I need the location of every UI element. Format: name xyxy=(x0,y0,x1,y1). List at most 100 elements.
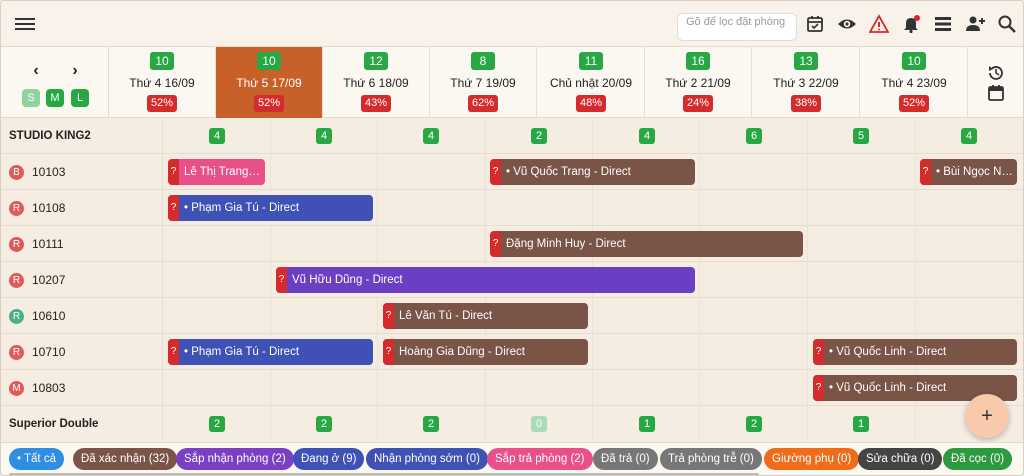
notification-bell-icon[interactable] xyxy=(901,14,921,34)
room-group-name: Superior Double xyxy=(1,406,163,442)
available-count: 0 xyxy=(531,416,547,432)
booking-bar[interactable]: ? Hoàng Gia Dũng - Direct xyxy=(383,339,588,365)
day-booking-count: 10 xyxy=(257,52,281,70)
day-booking-count: 13 xyxy=(794,52,818,70)
booking-guest: Hoàng Gia Dũng - Direct xyxy=(399,346,525,358)
room-label[interactable]: R 10610 xyxy=(1,298,163,334)
booking-bar[interactable]: ? Vũ Hữu Dũng - Direct xyxy=(276,267,695,293)
day-column[interactable]: 8 Thứ 7 19/09 62% xyxy=(430,47,537,118)
unpaid-marker: ? xyxy=(813,375,824,401)
search-input[interactable]: Gõ để lọc đặt phòng xyxy=(677,13,797,41)
booking-bar[interactable]: ? • Vũ Quốc Trang - Direct xyxy=(490,159,695,185)
room-label[interactable]: R 10111 xyxy=(1,226,163,262)
booking-guest: Vũ Hữu Dũng - Direct xyxy=(292,274,403,286)
room-group-header: STUDIO KING2 4 4 4 2 4 6 5 4 xyxy=(1,118,1023,154)
day-label: Thứ 2 21/09 xyxy=(665,76,731,90)
room-label[interactable]: B 10103 xyxy=(1,154,163,190)
search-icon[interactable] xyxy=(997,14,1017,34)
room-number: 10610 xyxy=(32,309,66,323)
room-number: 10710 xyxy=(32,345,66,359)
day-booking-count: 10 xyxy=(150,52,174,70)
history-icon[interactable] xyxy=(986,63,1006,83)
filter-late-checkout[interactable]: Trả phòng trễ (0) xyxy=(660,448,762,470)
room-status-badge: R xyxy=(9,236,24,252)
date-navigation: ‹ › S M L xyxy=(1,47,109,118)
day-column[interactable]: 10 Thứ 4 16/09 52% xyxy=(109,47,216,118)
filter-arriving[interactable]: Sắp nhận phòng (2) xyxy=(176,448,294,470)
room-label[interactable]: R 10108 xyxy=(1,190,163,226)
day-label: Thứ 3 22/09 xyxy=(773,76,839,90)
booking-bar[interactable]: ? Đặng Minh Huy - Direct xyxy=(490,231,803,257)
room-label[interactable]: R 10207 xyxy=(1,262,163,298)
day-column[interactable]: 13 Thứ 3 22/09 38% xyxy=(753,47,860,118)
booking-bar[interactable]: ? • Phạm Gia Tú - Direct xyxy=(168,339,373,365)
day-column[interactable]: 10 Thứ 4 23/09 52% xyxy=(861,47,968,118)
calendar-icon[interactable] xyxy=(986,83,1006,103)
filter-confirmed[interactable]: Đã xác nhận (32) xyxy=(73,448,178,470)
day-column[interactable]: 16 Thứ 2 21/09 24% xyxy=(645,47,752,118)
calendar-check-icon[interactable] xyxy=(805,14,825,34)
add-booking-button[interactable]: + xyxy=(965,394,1009,438)
booking-bar[interactable]: ? • Phạm Gia Tú - Direct xyxy=(168,195,373,221)
booking-bar[interactable]: ? Lê Văn Tú - Direct xyxy=(383,303,588,329)
warning-icon[interactable] xyxy=(869,14,889,34)
booking-guest: Đặng Minh Huy - Direct xyxy=(506,238,626,250)
filter-departing[interactable]: Sắp trả phòng (2) xyxy=(487,448,593,470)
size-large-button[interactable]: L xyxy=(71,89,89,107)
day-booking-count: 10 xyxy=(902,52,926,70)
day-booking-count: 16 xyxy=(686,52,710,70)
day-column-selected[interactable]: 10 Thứ 5 17/09 52% xyxy=(216,47,323,118)
available-count: 2 xyxy=(531,128,547,144)
unpaid-marker: ? xyxy=(168,159,179,185)
add-user-icon[interactable] xyxy=(965,14,985,34)
room-row: B 10103 ? Lê Thị Trang - ... ? • Vũ Quốc Tr… xyxy=(1,154,1023,190)
room-label[interactable]: R 10710 xyxy=(1,334,163,370)
filter-early-checkin[interactable]: Nhận phòng sớm (0) xyxy=(366,448,488,470)
size-medium-button[interactable]: M xyxy=(46,89,64,107)
top-bar: Gõ để lọc đặt phòng xyxy=(1,1,1023,47)
booking-bar[interactable]: ? Lê Thị Trang - ... xyxy=(168,159,265,185)
size-small-button[interactable]: S xyxy=(22,89,40,107)
day-column[interactable]: 11 Chủ nhật 20/09 48% xyxy=(538,47,645,118)
menu-icon[interactable] xyxy=(15,15,35,33)
list-icon[interactable] xyxy=(933,14,953,34)
room-label[interactable]: M 10803 xyxy=(1,370,163,406)
room-number: 10111 xyxy=(32,237,64,251)
room-number: 10803 xyxy=(32,381,66,395)
room-row: R 10108 ? • Phạm Gia Tú - Direct xyxy=(1,190,1023,226)
filter-checked-out[interactable]: Đã trả (0) xyxy=(593,448,658,470)
room-number: 10103 xyxy=(32,165,66,179)
next-week-button[interactable]: › xyxy=(67,63,83,79)
filter-in-house[interactable]: Đang ở (9) xyxy=(293,448,365,470)
day-occupancy: 48% xyxy=(575,95,607,112)
day-label: Thứ 6 18/09 xyxy=(343,76,409,90)
available-count: 2 xyxy=(316,416,332,432)
available-count: 4 xyxy=(639,128,655,144)
available-count: 5 xyxy=(853,128,869,144)
eye-icon[interactable] xyxy=(837,14,857,34)
booking-guest: • Vũ Quốc Trang - Direct xyxy=(506,166,631,178)
filter-deposit[interactable]: Đã cọc (0) xyxy=(943,448,1013,470)
filter-extra-bed[interactable]: Giường phụ (0) xyxy=(764,448,860,470)
room-row: R 10111 ? Đặng Minh Huy - Direct xyxy=(1,226,1023,262)
room-row: R 10610 ? Lê Văn Tú - Direct xyxy=(1,298,1023,334)
day-column[interactable]: 12 Thứ 6 18/09 43% xyxy=(323,47,430,118)
prev-week-button[interactable]: ‹ xyxy=(28,63,44,79)
room-row: R 10207 ? Vũ Hữu Dũng - Direct xyxy=(1,262,1023,298)
unpaid-marker: ? xyxy=(813,339,824,365)
room-status-badge: R xyxy=(9,200,24,216)
filter-all[interactable]: • Tất cả xyxy=(9,448,64,470)
booking-guest: Lê Thị Trang - ... xyxy=(184,166,261,178)
unpaid-marker: ? xyxy=(490,159,501,185)
day-booking-count: 12 xyxy=(364,52,388,70)
room-status-badge: R xyxy=(9,272,24,288)
unpaid-marker: ? xyxy=(490,231,501,257)
room-status-badge: R xyxy=(9,344,24,360)
room-row: M 10803 ? • Vũ Quốc Linh - Direct xyxy=(1,370,1023,406)
booking-bar[interactable]: ? • Vũ Quốc Linh - Direct xyxy=(813,339,1017,365)
unpaid-marker: ? xyxy=(168,339,179,365)
unpaid-marker: ? xyxy=(383,303,394,329)
day-occupancy: 52% xyxy=(146,95,178,112)
filter-maintenance[interactable]: Sửa chữa (0) xyxy=(858,448,943,470)
booking-bar[interactable]: ? • Bùi Ngọc Na... xyxy=(920,159,1017,185)
